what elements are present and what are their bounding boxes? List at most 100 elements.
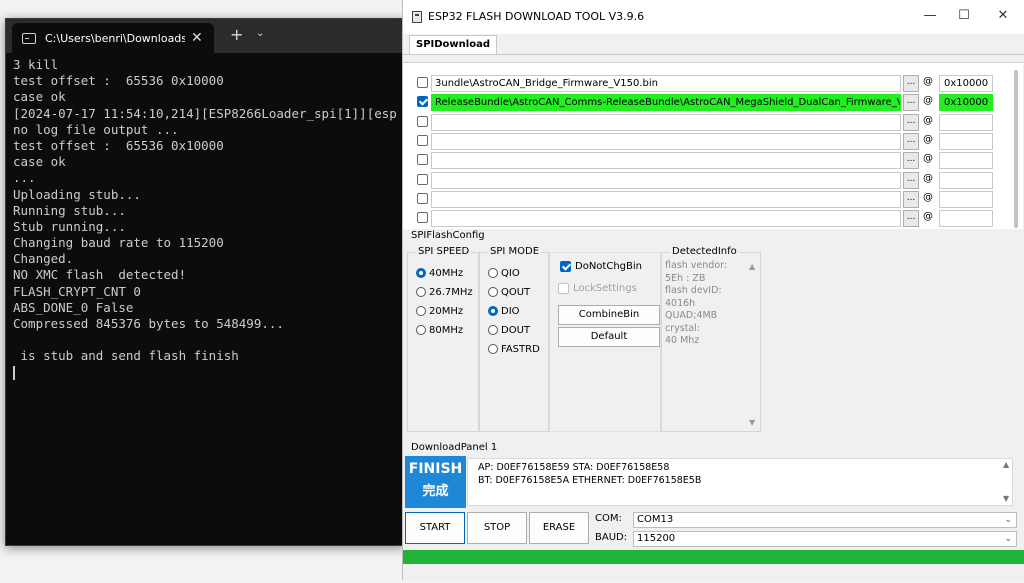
baud-label: BAUD: bbox=[595, 532, 628, 543]
lock-settings-checkbox[interactable]: LockSettings bbox=[558, 281, 637, 295]
offset-input[interactable] bbox=[939, 171, 993, 189]
offset-input[interactable] bbox=[939, 113, 993, 131]
radio-label: DIO bbox=[501, 305, 520, 317]
window-title: ESP32 FLASH DOWNLOAD TOOL V3.9.6 bbox=[428, 10, 645, 23]
offset-input[interactable] bbox=[939, 210, 993, 228]
file-checkbox[interactable] bbox=[417, 192, 428, 204]
detected-info-text: flash vendor: 5Eh : ZB flash devID: 4016h QU… bbox=[665, 260, 745, 348]
file-checkbox[interactable] bbox=[417, 212, 428, 224]
file-list: 3undle\AstroCAN_Bridge_Firmware_V150.bin… bbox=[403, 62, 1023, 229]
file-list-scrollbar[interactable] bbox=[1014, 70, 1018, 228]
radio-icon bbox=[416, 325, 426, 335]
offset-input[interactable]: 0x10000 bbox=[939, 75, 993, 92]
stop-button[interactable]: STOP bbox=[467, 512, 527, 544]
browse-button[interactable]: ... bbox=[903, 113, 919, 131]
radio-icon bbox=[488, 306, 498, 316]
default-button[interactable]: Default bbox=[558, 327, 660, 347]
file-checkbox[interactable] bbox=[417, 173, 428, 185]
log-line: BT: D0EF76158E5A ETHERNET: D0EF76158E5B bbox=[478, 474, 702, 486]
log-line: AP: D0EF76158E59 STA: D0EF76158E58 bbox=[478, 462, 670, 473]
offset-input[interactable] bbox=[939, 152, 993, 170]
combine-bin-button[interactable]: CombineBin bbox=[558, 305, 660, 325]
offset-input[interactable] bbox=[939, 132, 993, 150]
baud-select[interactable]: 115200 ⌄ bbox=[633, 531, 1017, 547]
browse-button[interactable]: ... bbox=[903, 152, 919, 170]
scroll-up-icon[interactable]: ▲ bbox=[749, 262, 755, 271]
browse-button[interactable]: ... bbox=[903, 75, 919, 92]
at-label: @ bbox=[923, 172, 933, 184]
terminal-line: is stub and send flash finish bbox=[13, 348, 239, 364]
com-select[interactable]: COM13 ⌄ bbox=[633, 512, 1017, 528]
lock-settings-label: LockSettings bbox=[573, 282, 637, 294]
terminal-line: case ok bbox=[13, 154, 66, 170]
terminal-line: Running stub... bbox=[13, 202, 126, 218]
radio-fastrd[interactable]: FASTRD bbox=[488, 342, 540, 356]
file-path-input[interactable] bbox=[431, 171, 901, 189]
download-log: AP: D0EF76158E59 STA: D0EF76158E58 BT: D… bbox=[467, 458, 1013, 506]
browse-button[interactable]: ... bbox=[903, 190, 919, 208]
tab-strip: SPIDownload bbox=[403, 34, 1024, 55]
tab-spidownload[interactable]: SPIDownload bbox=[409, 35, 497, 54]
scroll-down-icon[interactable]: ▼ bbox=[1003, 494, 1009, 503]
terminal-line: Uploading stub... bbox=[13, 186, 141, 202]
scroll-up-icon[interactable]: ▲ bbox=[1003, 460, 1009, 469]
radio-icon bbox=[488, 344, 498, 354]
file-checkbox[interactable] bbox=[417, 96, 428, 108]
file-checkbox[interactable] bbox=[417, 154, 428, 166]
terminal-titlebar: C:\Users\benri\Downloads\fla ✕ + ⌄ bbox=[6, 19, 404, 53]
radio-40mhz[interactable]: 40MHz bbox=[416, 266, 463, 280]
terminal-icon bbox=[22, 32, 36, 44]
radio-80mhz[interactable]: 80MHz bbox=[416, 323, 463, 337]
radio-dio[interactable]: DIO bbox=[488, 304, 520, 318]
radio-dout[interactable]: DOUT bbox=[488, 323, 530, 337]
file-path-input[interactable]: 3undle\AstroCAN_Bridge_Firmware_V150.bin bbox=[431, 75, 901, 92]
com-value: COM13 bbox=[637, 514, 674, 525]
offset-input[interactable] bbox=[939, 190, 993, 208]
file-path-input[interactable]: ReleaseBundle\AstroCAN_Comms-ReleaseBund… bbox=[431, 94, 901, 112]
maximize-icon[interactable]: ☐ bbox=[949, 8, 979, 23]
start-button[interactable]: START bbox=[405, 512, 465, 544]
browse-button[interactable]: ... bbox=[903, 171, 919, 189]
terminal-line: Changing baud rate to 115200 bbox=[13, 235, 224, 251]
spi-speed-title: SPI SPEED bbox=[416, 246, 472, 257]
chevron-down-icon: ⌄ bbox=[1004, 534, 1012, 544]
chevron-down-icon[interactable]: ⌄ bbox=[256, 28, 264, 39]
terminal-line: ... bbox=[13, 170, 36, 186]
download-panel-label: DownloadPanel 1 bbox=[411, 442, 498, 453]
file-path-input[interactable] bbox=[431, 210, 901, 228]
file-checkbox[interactable] bbox=[417, 115, 428, 127]
terminal-tab[interactable]: C:\Users\benri\Downloads\fla ✕ bbox=[12, 23, 214, 53]
file-checkbox[interactable] bbox=[417, 134, 428, 146]
erase-button[interactable]: ERASE bbox=[529, 512, 589, 544]
radio-26-7mhz[interactable]: 26.7MHz bbox=[416, 285, 473, 299]
terminal-line: Compressed 845376 bytes to 548499... bbox=[13, 316, 284, 331]
scroll-down-icon[interactable]: ▼ bbox=[749, 418, 755, 427]
file-path-input[interactable] bbox=[431, 152, 901, 170]
close-icon[interactable]: ✕ bbox=[191, 30, 203, 46]
radio-20mhz[interactable]: 20MHz bbox=[416, 304, 463, 318]
minimize-icon[interactable]: — bbox=[915, 8, 945, 23]
browse-button[interactable]: ... bbox=[903, 94, 919, 112]
offset-input[interactable]: 0x10000 bbox=[939, 94, 993, 112]
checkbox-checked-icon bbox=[560, 260, 571, 272]
close-icon[interactable]: ✕ bbox=[988, 8, 1018, 23]
at-label: @ bbox=[923, 95, 933, 107]
radio-icon bbox=[488, 287, 498, 297]
terminal-line: ABS_DONE_0 False bbox=[13, 299, 134, 315]
browse-button[interactable]: ... bbox=[903, 132, 919, 150]
browse-button[interactable]: ... bbox=[903, 210, 919, 228]
radio-icon bbox=[488, 325, 498, 335]
new-tab-icon[interactable]: + bbox=[230, 25, 243, 44]
at-label: @ bbox=[923, 191, 933, 203]
terminal-line: case ok bbox=[13, 89, 66, 105]
detected-line: flash vendor: bbox=[665, 260, 728, 271]
file-path-input[interactable] bbox=[431, 190, 901, 208]
terminal-line: FLASH_CRYPT_CNT 0 bbox=[13, 283, 141, 299]
radio-qout[interactable]: QOUT bbox=[488, 285, 530, 299]
file-checkbox[interactable] bbox=[417, 77, 428, 88]
file-path-input[interactable] bbox=[431, 132, 901, 150]
file-path-input[interactable] bbox=[431, 113, 901, 131]
do-not-chg-bin-checkbox[interactable]: DoNotChgBin bbox=[560, 259, 642, 273]
file-row: ... @ bbox=[403, 132, 1023, 150]
radio-qio[interactable]: QIO bbox=[488, 266, 520, 280]
